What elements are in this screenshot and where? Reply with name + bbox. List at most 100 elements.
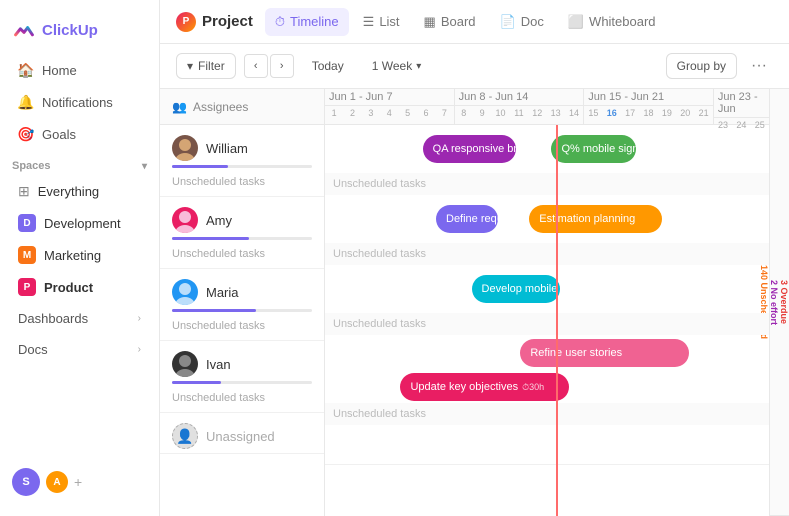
ivan-unsched-grid: Unscheduled tasks — [325, 403, 769, 425]
day-3: 3 — [362, 106, 380, 124]
unassigned-avatar: 👤 — [172, 423, 198, 449]
week1-label: Jun 1 - Jun 7 — [325, 89, 454, 106]
task-update-objectives[interactable]: Update key objectives ⏱30h — [400, 373, 569, 401]
marketing-label: Marketing — [44, 248, 101, 263]
sidebar-item-goals[interactable]: 🎯 Goals — [6, 119, 153, 149]
chevron-right-docs-icon: › — [138, 344, 141, 355]
day-14: 14 — [565, 106, 583, 124]
spaces-label: Spaces — [12, 160, 51, 172]
doc-icon: 📄 — [500, 14, 516, 30]
william-progress-fill — [172, 165, 228, 168]
nav-arrows: ‹ › — [244, 54, 294, 78]
grid-row-maria: Develop mobile app ⏱30h Unscheduled task… — [325, 265, 769, 335]
task-develop-mobile[interactable]: Develop mobile app ⏱30h — [472, 275, 561, 303]
ivan-progress-fill — [172, 381, 221, 384]
day-6: 6 — [417, 106, 435, 124]
marketing-badge: M — [18, 246, 36, 264]
week2-label: Jun 8 - Jun 14 — [455, 89, 584, 106]
day-13: 13 — [547, 106, 565, 124]
day-7: 7 — [435, 106, 453, 124]
tab-board[interactable]: ▦ Board — [414, 8, 486, 36]
sidebar-item-dashboards[interactable]: Dashboards › — [6, 304, 153, 333]
task-define-requirements[interactable]: Define requirements — [436, 205, 498, 233]
overdue-label[interactable]: 3 Overdue — [779, 89, 789, 516]
development-badge: D — [18, 214, 36, 232]
spaces-section-header: Spaces ▾ — [0, 150, 159, 176]
board-icon: ▦ — [424, 14, 436, 30]
week-selector[interactable]: 1 Week ▾ — [362, 54, 432, 78]
logo-area: ClickUp — [0, 10, 159, 54]
tab-doc[interactable]: 📄 Doc — [490, 8, 554, 36]
sidebar-item-marketing[interactable]: M Marketing — [6, 240, 153, 270]
logo-text: ClickUp — [42, 22, 98, 39]
task-mobile-signup[interactable]: Q% mobile signup.. ✓ — [551, 135, 635, 163]
tab-list[interactable]: ☰ List — [353, 8, 410, 36]
assignee-row-william: William Unscheduled tasks — [160, 125, 324, 197]
week3-label: Jun 15 - Jun 21 — [584, 89, 713, 106]
assignee-col-header: 👥 Assignees — [160, 89, 324, 125]
assignee-col-icon: 👥 — [172, 100, 187, 114]
bell-icon: 🔔 — [18, 94, 34, 110]
day-11: 11 — [510, 106, 528, 124]
day-18: 18 — [639, 106, 657, 124]
day-15: 15 — [584, 106, 602, 124]
day-10: 10 — [491, 106, 509, 124]
avatar-2[interactable]: A — [46, 471, 68, 493]
maria-progress-fill — [172, 309, 256, 312]
whiteboard-icon: ⬜ — [568, 14, 584, 30]
sidebar-item-docs[interactable]: Docs › — [6, 335, 153, 364]
task-estimation-planning[interactable]: Estimation planning — [529, 205, 662, 233]
sidebar-goals-label: Goals — [42, 127, 76, 142]
chevron-right-icon: › — [138, 313, 141, 324]
prev-arrow[interactable]: ‹ — [244, 54, 268, 78]
group-by-button[interactable]: Group by — [666, 53, 737, 79]
timeline-area: 👥 Assignees William Unscheduled tasks — [160, 89, 789, 516]
grid-row-amy: Define requirements Estimation planning … — [325, 195, 769, 265]
clickup-logo-icon — [12, 18, 36, 42]
sidebar-notifications-label: Notifications — [42, 95, 113, 110]
sidebar-item-notifications[interactable]: 🔔 Notifications — [6, 87, 153, 117]
assignee-column: 👥 Assignees William Unscheduled tasks — [160, 89, 325, 516]
timeline-grid: Jun 1 - Jun 7 1 2 3 4 5 6 7 Jun — [325, 89, 769, 516]
tab-timeline[interactable]: ⏱ Timeline — [265, 8, 349, 36]
assignee-row-amy: Amy Unscheduled tasks — [160, 197, 324, 269]
sidebar-item-product[interactable]: P Product — [6, 272, 153, 302]
task-qa-responsive[interactable]: QA responsive breakpoints ⏱30h — [423, 135, 516, 163]
everything-label: Everything — [38, 184, 99, 199]
next-arrow[interactable]: › — [270, 54, 294, 78]
filter-button[interactable]: ▾ Filter — [176, 53, 236, 79]
project-icon: P — [176, 12, 196, 32]
tab-bar: P Project ⏱ Timeline ☰ List ▦ Board 📄 Do… — [160, 0, 789, 44]
sidebar: ClickUp 🏠 Home 🔔 Notifications 🎯 Goals S… — [0, 0, 160, 516]
chevron-down-icon: ▾ — [142, 161, 147, 172]
sidebar-item-development[interactable]: D Development — [6, 208, 153, 238]
sidebar-item-home[interactable]: 🏠 Home — [6, 55, 153, 85]
maria-progress-bg — [172, 309, 312, 312]
development-label: Development — [44, 216, 121, 231]
more-options-button[interactable]: ··· — [745, 52, 773, 80]
goals-icon: 🎯 — [18, 126, 34, 142]
sidebar-item-everything[interactable]: ⊞ Everything — [6, 177, 153, 206]
day-5: 5 — [399, 106, 417, 124]
day-12: 12 — [528, 106, 546, 124]
project-title: P Project — [176, 12, 253, 32]
amy-unscheduled: Unscheduled tasks — [160, 244, 324, 268]
task-badge-ivan: ⏱30h — [522, 382, 544, 393]
day-19: 19 — [658, 106, 676, 124]
dashboards-label: Dashboards — [18, 311, 88, 326]
assignee-row-unassigned: 👤 Unassigned — [160, 413, 324, 454]
tab-whiteboard[interactable]: ⬜ Whiteboard — [558, 8, 666, 36]
day-20: 20 — [676, 106, 694, 124]
timeline-icon: ⏱ — [275, 14, 285, 30]
task-refine-stories[interactable]: Refine user stories — [520, 339, 689, 367]
assignee-row-maria: Maria Unscheduled tasks — [160, 269, 324, 341]
toolbar: ▾ Filter ‹ › Today 1 Week ▾ Group by ··· — [160, 44, 789, 89]
grid-row-ivan: Refine user stories Update key objective… — [325, 335, 769, 425]
avatar[interactable]: S — [12, 468, 40, 496]
ivan-progress-bg — [172, 381, 312, 384]
grid-body: QA responsive breakpoints ⏱30h Q% mobile… — [325, 125, 769, 516]
no-effort-label[interactable]: 2 No effort — [769, 89, 779, 516]
add-user-icon[interactable]: + — [74, 474, 82, 490]
day-8: 8 — [455, 106, 473, 124]
today-button[interactable]: Today — [302, 54, 354, 78]
